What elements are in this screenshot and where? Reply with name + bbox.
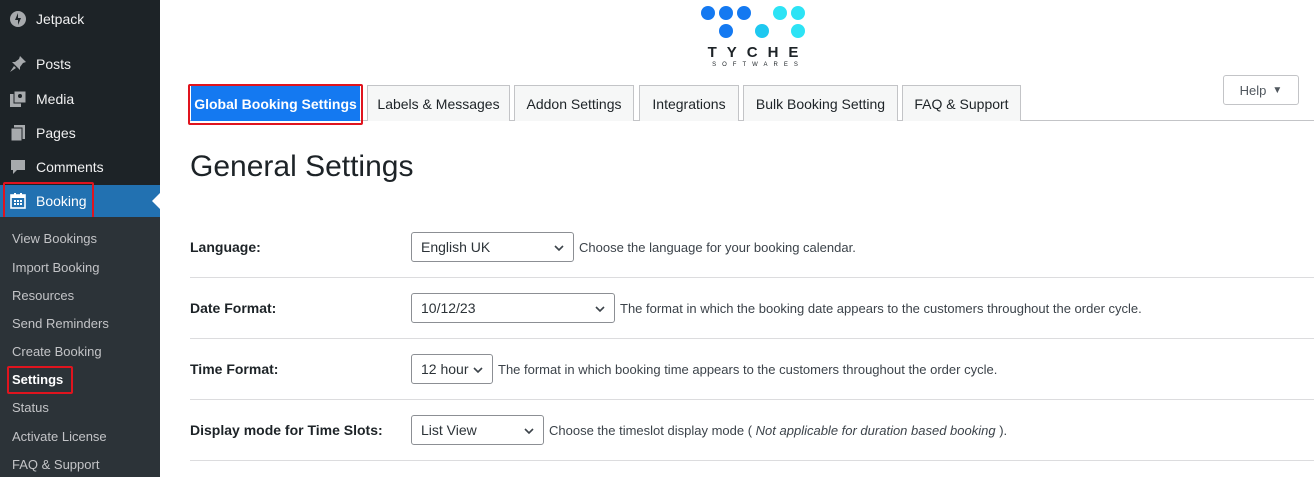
active-menu-arrow (152, 193, 160, 209)
submenu-activate-license[interactable]: Activate License (12, 427, 107, 447)
tab-bulk-booking-setting[interactable]: Bulk Booking Setting (743, 85, 898, 121)
chevron-down-icon (554, 245, 564, 252)
comment-icon (8, 157, 28, 177)
logo-dot (791, 24, 805, 38)
date-format-label: Date Format: (190, 300, 277, 316)
chevron-down-icon (473, 367, 483, 374)
sidebar-item-media[interactable]: Media (0, 83, 160, 115)
display-mode-description: Choose the timeslot display mode ( Not a… (549, 423, 1007, 438)
chevron-down-icon (595, 306, 605, 313)
row-divider (190, 460, 1314, 461)
highlight-box-global-tab (188, 84, 363, 125)
booking-submenu: View Bookings Import Booking Resources S… (0, 217, 160, 477)
row-divider (190, 277, 1314, 278)
submenu-import-booking[interactable]: Import Booking (12, 258, 99, 278)
logo-dot (755, 24, 769, 38)
jetpack-icon (8, 9, 28, 29)
tab-addon-settings[interactable]: Addon Settings (514, 85, 634, 121)
sidebar-item-label: Comments (36, 159, 104, 175)
date-format-select[interactable]: 10/12/23 (411, 293, 615, 323)
media-icon (8, 89, 28, 109)
submenu-resources[interactable]: Resources (12, 286, 74, 306)
language-select[interactable]: English UK (411, 232, 574, 262)
pages-icon (8, 123, 28, 143)
logo-dot (701, 6, 715, 20)
time-format-description: The format in which booking time appears… (498, 362, 998, 377)
logo-dot (719, 24, 733, 38)
language-label: Language: (190, 239, 261, 255)
display-mode-value: List View (421, 422, 477, 438)
submenu-create-booking[interactable]: Create Booking (12, 342, 102, 362)
tab-labels-messages[interactable]: Labels & Messages (367, 85, 510, 121)
tab-integrations[interactable]: Integrations (639, 85, 739, 121)
highlight-box-booking (3, 182, 94, 221)
logo-dot (719, 6, 733, 20)
submenu-send-reminders[interactable]: Send Reminders (12, 314, 109, 334)
help-button[interactable]: Help ▼ (1223, 75, 1299, 105)
page-title: General Settings (190, 150, 414, 183)
admin-sidebar: Jetpack Posts Media Pages Comments Booki… (0, 0, 160, 477)
tab-faq-support[interactable]: FAQ & Support (902, 85, 1021, 121)
date-format-value: 10/12/23 (421, 300, 476, 316)
chevron-down-icon (524, 428, 534, 435)
logo-subtitle: SOFTWARES (712, 62, 804, 68)
sidebar-item-label: Posts (36, 56, 72, 72)
main-content: TYCHE SOFTWARES Help ▼ Global Booking Se… (160, 0, 1314, 477)
time-format-value: 12 hour (421, 361, 469, 377)
time-format-select[interactable]: 12 hour (411, 354, 493, 384)
language-value: English UK (421, 239, 491, 255)
sidebar-item-label: Media (36, 91, 75, 107)
logo-dot (737, 6, 751, 20)
display-mode-desc-note: Not applicable for duration based bookin… (755, 423, 996, 438)
language-description: Choose the language for your booking cal… (579, 240, 856, 255)
row-divider (190, 399, 1314, 400)
display-mode-desc-prefix: Choose the timeslot display mode ( (549, 423, 756, 438)
submenu-status[interactable]: Status (12, 398, 49, 418)
sidebar-item-label: Pages (36, 125, 76, 141)
display-mode-label: Display mode for Time Slots: (190, 422, 383, 438)
date-format-description: The format in which the booking date app… (620, 301, 1142, 316)
sidebar-item-posts[interactable]: Posts (0, 48, 160, 80)
display-mode-select[interactable]: List View (411, 415, 544, 445)
row-divider (190, 338, 1314, 339)
sidebar-item-jetpack[interactable]: Jetpack (0, 3, 160, 35)
logo-dot (791, 6, 805, 20)
highlight-box-settings (7, 366, 73, 394)
submenu-view-bookings[interactable]: View Bookings (12, 229, 97, 249)
logo-wordmark: TYCHE (707, 44, 809, 61)
sidebar-item-comments[interactable]: Comments (0, 151, 160, 183)
sidebar-item-pages[interactable]: Pages (0, 117, 160, 149)
submenu-faq-support[interactable]: FAQ & Support (12, 455, 99, 475)
pin-icon (8, 54, 28, 74)
sidebar-item-label: Jetpack (36, 11, 85, 27)
caret-down-icon: ▼ (1272, 84, 1283, 96)
display-mode-desc-suffix: ). (995, 423, 1008, 438)
logo-dot (773, 6, 787, 20)
time-format-label: Time Format: (190, 361, 279, 377)
tyche-logo: TYCHE SOFTWARES (700, 6, 810, 72)
help-label: Help (1239, 82, 1267, 98)
